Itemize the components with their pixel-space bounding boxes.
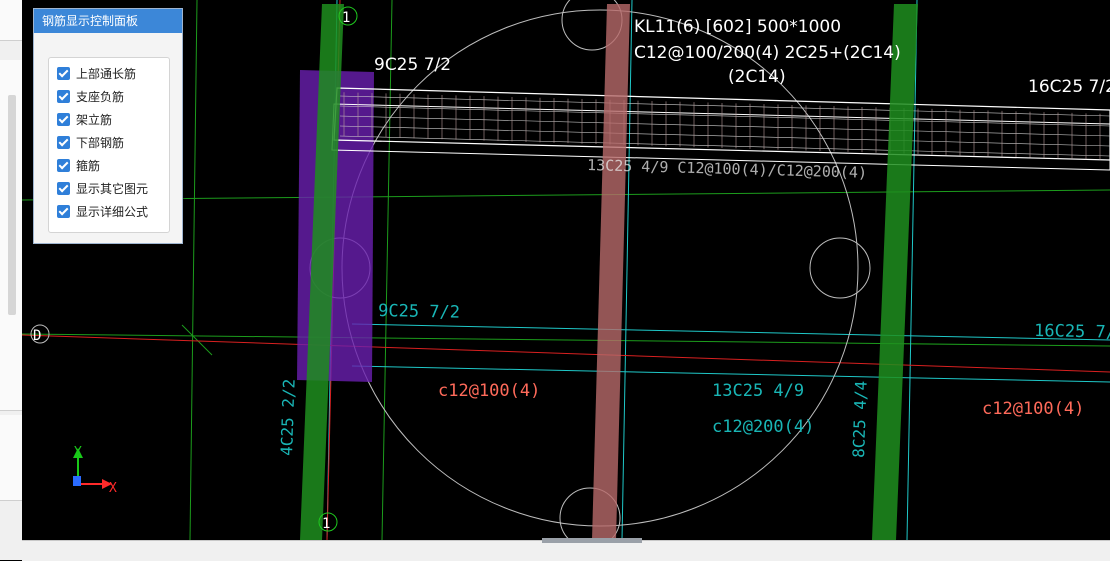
axis-line-red <box>22 334 1110 373</box>
grid-line <box>381 0 393 540</box>
left-side-strip <box>0 0 23 560</box>
option-show-detailed-formula[interactable]: 显示详细公式 <box>57 204 148 220</box>
grid-mark <box>181 324 213 356</box>
mid-bottom-rebar-label: 13C25 4/9 <box>712 381 804 401</box>
cyan-left-rebar-label: 9C25 7/2 <box>378 301 460 323</box>
option-list: 上部通长筋 支座负筋 架立筋 下部钢筋 箍筋 显示其它图元 显示详细公式 <box>48 57 170 233</box>
checkbox-checked-icon[interactable] <box>57 136 70 149</box>
axis-label-bottom: 1 <box>322 516 330 532</box>
grid-line <box>22 333 1110 347</box>
option-erection-rebar[interactable]: 架立筋 <box>57 112 112 128</box>
top-right-rebar-label: 16C25 7/2 <box>1028 77 1110 97</box>
checkbox-checked-icon[interactable] <box>57 90 70 103</box>
option-top-through-rebar[interactable]: 上部通长筋 <box>57 66 136 82</box>
option-stirrup[interactable]: 箍筋 <box>57 158 100 174</box>
small-circle <box>809 237 871 299</box>
beam-name-label: KL11(6) [602] 500*1000 <box>634 17 841 37</box>
ucs-axis-icon: Y X <box>73 445 117 496</box>
beam-side-label: (2C14) <box>728 67 786 87</box>
ucs-x-label: X <box>109 481 117 496</box>
column-red-middle <box>592 4 630 540</box>
checkbox-checked-icon[interactable] <box>57 67 70 80</box>
right-vertical-rebar-label: 8C25 4/4 <box>849 380 871 458</box>
splitter-handle[interactable] <box>542 538 642 543</box>
panel-title[interactable]: 钢筋显示控制面板 <box>34 9 182 33</box>
axis-label-left: D <box>33 328 41 344</box>
beam-stirrup-label: C12@100/200(4) 2C25+(2C14) <box>634 43 901 63</box>
axis-label-top: 1 <box>342 10 350 26</box>
side-panel-lower <box>0 415 22 501</box>
mid-bottom-stirrup-label: c12@200(4) <box>712 417 814 437</box>
bottom-status-bar <box>22 538 1110 561</box>
checkbox-checked-icon[interactable] <box>57 113 70 126</box>
cad-viewport[interactable]: 1 1 D KL11(6) [602] 500*1000 C12@100/200… <box>22 0 1110 540</box>
checkbox-checked-icon[interactable] <box>57 182 70 195</box>
right-stirrup-label: c12@100(4) <box>982 399 1084 419</box>
checkbox-checked-icon[interactable] <box>57 205 70 218</box>
left-vertical-rebar-label: 4C25 2/2 <box>277 378 299 456</box>
left-stirrup-label: c12@100(4) <box>438 381 540 401</box>
grid-line <box>189 0 198 540</box>
grid-line <box>22 189 1110 201</box>
cad-drawing: 1 1 D KL11(6) [602] 500*1000 C12@100/200… <box>22 0 1110 540</box>
option-show-other-elements[interactable]: 显示其它图元 <box>57 181 148 197</box>
top-left-rebar-label: 9C25 7/2 <box>374 55 451 75</box>
option-bottom-rebar[interactable]: 下部钢筋 <box>57 135 124 151</box>
checkbox-checked-icon[interactable] <box>57 159 70 172</box>
side-tab-1[interactable] <box>0 0 22 41</box>
option-support-negative-rebar[interactable]: 支座负筋 <box>57 89 124 105</box>
cyan-right-rebar-label: 16C25 7/ <box>1034 321 1110 343</box>
rebar-display-control-panel: 钢筋显示控制面板 上部通长筋 支座负筋 架立筋 下部钢筋 箍筋 显示其它图元 显… <box>33 8 183 244</box>
column-green-right <box>872 4 918 540</box>
ucs-y-label: Y <box>74 445 82 460</box>
side-scrollbar[interactable] <box>8 95 16 315</box>
cyan-beam-line <box>351 323 1110 341</box>
